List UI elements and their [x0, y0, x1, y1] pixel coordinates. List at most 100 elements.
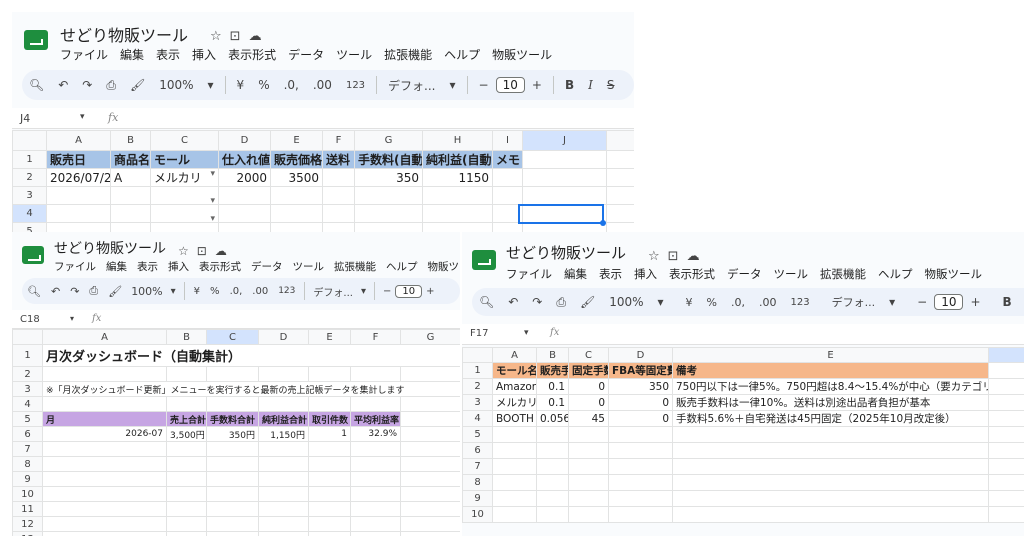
cell-remarks[interactable]: 750円以下は一律5%。750円超は8.4〜15.4%が中心（要カテゴリー確認）: [672, 378, 989, 395]
font-select[interactable]: デフォ...: [388, 77, 435, 94]
zoom-select[interactable]: 100%: [159, 78, 193, 92]
cell[interactable]: [350, 396, 401, 412]
col-header[interactable]: H: [422, 130, 493, 151]
cell[interactable]: [492, 474, 537, 491]
font-size-increase-button[interactable]: +: [426, 286, 434, 297]
cell-sales-total[interactable]: 3,500円: [166, 426, 207, 442]
cell[interactable]: [400, 486, 460, 502]
col-header[interactable]: A: [46, 130, 111, 151]
cell[interactable]: [206, 531, 259, 536]
menu-tools[interactable]: ツール: [293, 261, 325, 273]
cell-fba-fixed-cost[interactable]: 350: [608, 378, 673, 395]
chevron-down-icon[interactable]: ▾: [524, 328, 529, 338]
zoom-select[interactable]: 100%: [131, 285, 162, 298]
cell[interactable]: [42, 516, 167, 532]
doc-title[interactable]: せどり物販ツール: [54, 238, 166, 258]
header-cell[interactable]: 純利益(自動): [422, 150, 493, 169]
menu-help[interactable]: ヘルプ: [386, 261, 418, 273]
paint-format-icon[interactable]: 🖌︎: [108, 285, 122, 298]
decrease-decimal-button[interactable]: .0,: [731, 296, 745, 309]
cell[interactable]: [258, 486, 309, 502]
cell[interactable]: [258, 441, 309, 457]
cell[interactable]: [988, 394, 1024, 411]
cell[interactable]: [606, 168, 634, 187]
cell-mall-name[interactable]: メルカリ: [492, 394, 537, 411]
cell[interactable]: [322, 186, 355, 205]
star-icon[interactable]: ☆: [648, 249, 660, 264]
corner-cell[interactable]: [12, 130, 47, 151]
cell[interactable]: [988, 442, 1024, 459]
sheets-logo-icon[interactable]: [472, 250, 496, 270]
cell[interactable]: [492, 490, 537, 507]
strikethrough-button[interactable]: S̶: [607, 78, 615, 92]
cell[interactable]: [166, 441, 207, 457]
cell[interactable]: [308, 471, 351, 487]
cloud-icon[interactable]: ☁: [215, 244, 227, 258]
menu-sedori-tools[interactable]: 物販ツール: [925, 267, 983, 281]
col-header[interactable]: F: [350, 329, 401, 345]
cell-fixed-fee[interactable]: 45: [568, 410, 609, 427]
cell[interactable]: [110, 204, 151, 223]
corner-cell[interactable]: [462, 347, 493, 363]
cell[interactable]: [46, 204, 111, 223]
name-box[interactable]: C18: [20, 314, 40, 325]
font-size-increase-button[interactable]: +: [532, 78, 542, 92]
cell[interactable]: [400, 531, 460, 536]
corner-cell[interactable]: [12, 329, 43, 345]
currency-format-button[interactable]: ¥: [237, 78, 245, 92]
chevron-down-icon[interactable]: ▾: [889, 295, 895, 309]
paint-format-icon[interactable]: 🖌︎: [130, 78, 145, 92]
cell[interactable]: [400, 456, 460, 472]
col-header[interactable]: J: [522, 130, 607, 151]
cell[interactable]: [608, 490, 673, 507]
cell-transaction-count[interactable]: 1: [308, 426, 351, 442]
header-cell[interactable]: モール名: [492, 362, 537, 379]
header-cell[interactable]: 取引件数: [308, 411, 351, 427]
cell[interactable]: [608, 474, 673, 491]
cell[interactable]: [672, 474, 989, 491]
cell[interactable]: [568, 474, 609, 491]
header-cell[interactable]: モール: [150, 150, 219, 169]
name-box[interactable]: J4: [20, 112, 30, 125]
row-header[interactable]: 2: [462, 378, 493, 395]
row-header[interactable]: 8: [462, 474, 493, 491]
italic-button[interactable]: I: [588, 78, 593, 92]
print-icon[interactable]: ⎙: [556, 295, 566, 310]
more-formats-button[interactable]: 123: [278, 286, 295, 296]
menu-insert[interactable]: 挿入: [192, 48, 216, 62]
menu-data[interactable]: データ: [727, 267, 762, 281]
cell-month[interactable]: 2026-07: [42, 426, 167, 442]
cell[interactable]: [166, 396, 207, 412]
redo-icon[interactable]: ↷: [70, 285, 79, 298]
cell[interactable]: [258, 456, 309, 472]
cell[interactable]: [218, 186, 271, 205]
search-menus-icon[interactable]: 🔍︎: [27, 285, 41, 298]
col-header[interactable]: [606, 130, 634, 151]
cell[interactable]: [988, 506, 1024, 523]
cell[interactable]: [308, 396, 351, 412]
cell[interactable]: [522, 186, 607, 205]
font-size-decrease-button[interactable]: −: [383, 286, 391, 297]
currency-format-button[interactable]: ¥: [686, 296, 693, 309]
row-header[interactable]: 10: [462, 506, 493, 523]
cell[interactable]: [522, 168, 607, 187]
row-header[interactable]: 6: [12, 426, 43, 442]
cell[interactable]: [400, 411, 460, 427]
menu-edit[interactable]: 編集: [564, 267, 587, 281]
cell[interactable]: [42, 441, 167, 457]
cell[interactable]: [400, 501, 460, 517]
cell[interactable]: [608, 426, 673, 443]
undo-icon[interactable]: ↶: [508, 295, 518, 309]
cell[interactable]: [536, 458, 569, 475]
header-cell[interactable]: 手数料合計: [206, 411, 259, 427]
cell[interactable]: [536, 474, 569, 491]
cell[interactable]: [42, 471, 167, 487]
cell[interactable]: [606, 150, 634, 169]
cell[interactable]: [350, 471, 401, 487]
currency-format-button[interactable]: ¥: [194, 286, 200, 297]
menu-extensions[interactable]: 拡張機能: [334, 261, 376, 273]
cell[interactable]: [258, 516, 309, 532]
cell[interactable]: [166, 531, 207, 536]
undo-icon[interactable]: ↶: [51, 285, 60, 298]
cell[interactable]: [988, 426, 1024, 443]
